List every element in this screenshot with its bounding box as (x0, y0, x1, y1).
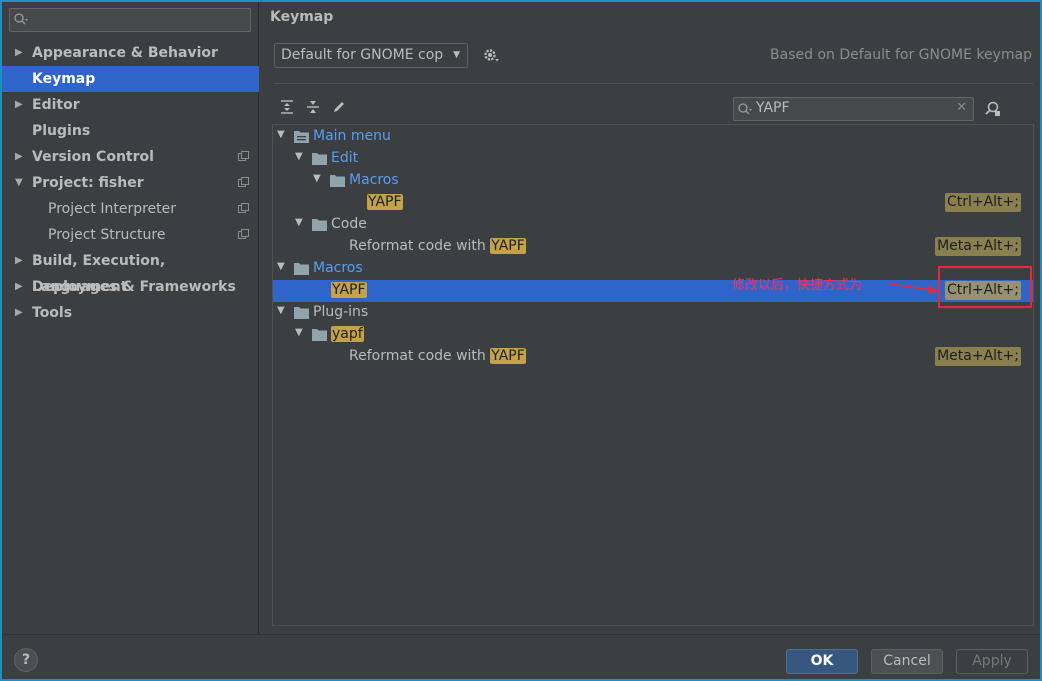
chevron-down-icon[interactable]: ▼ (295, 151, 303, 162)
tree-node-edit[interactable]: ▼ Edit (273, 148, 1033, 170)
settings-nav: ▶ Appearance & Behavior Keymap ▶ Editor … (2, 40, 259, 326)
tree-label: Reformat code with (349, 238, 491, 254)
tree-node-edit-macros[interactable]: ▼ Macros (273, 170, 1033, 192)
tree-action-reformat-code[interactable]: Reformat code with YAPF Meta+Alt+; (273, 236, 1033, 258)
chevron-down-icon[interactable]: ▼ (295, 327, 303, 338)
chevron-right-icon: ▶ (15, 99, 23, 110)
sidebar-item-tools[interactable]: ▶ Tools (2, 300, 259, 326)
folder-icon (294, 263, 309, 275)
chevron-down-icon[interactable]: ▼ (295, 217, 303, 228)
chevron-down-icon[interactable]: ▼ (277, 261, 285, 272)
tree-action-yapf[interactable]: YAPF Ctrl+Alt+; (273, 192, 1033, 214)
search-highlight: YAPF (490, 348, 526, 364)
annotation-arrow-icon (889, 283, 938, 294)
help-button[interactable]: ? (14, 648, 38, 672)
keymap-panel: Keymap Default for GNOME cop ▼ Based on … (260, 2, 1040, 634)
keymap-scheme-value: Default for GNOME cop (281, 47, 444, 63)
chevron-right-icon: ▶ (15, 255, 23, 266)
search-icon (14, 13, 28, 25)
tree-label: Code (331, 216, 367, 232)
keymap-scheme-select[interactable]: Default for GNOME cop ▼ (274, 43, 468, 68)
folder-icon (330, 175, 345, 187)
keymap-tree[interactable]: ▼ Main menu ▼ Edit ▼ Macros YAPF Ctrl+Al… (272, 124, 1034, 626)
dialog-button-bar: ? OK Cancel Apply (2, 634, 1040, 679)
folder-icon (312, 219, 327, 231)
tree-label: Macros (313, 260, 363, 276)
ok-button[interactable]: OK (786, 649, 858, 674)
based-on-label: Based on Default for GNOME keymap (770, 47, 1032, 63)
search-highlight: YAPF (331, 282, 367, 298)
chevron-right-icon: ▶ (15, 151, 23, 162)
chevron-right-icon: ▶ (15, 307, 23, 318)
clear-icon[interactable]: ✕ (956, 100, 967, 115)
divider (274, 83, 1033, 84)
tree-label: Edit (331, 150, 359, 166)
chevron-down-icon[interactable]: ▼ (277, 129, 285, 140)
folder-icon (312, 329, 327, 341)
tree-label: Main menu (313, 128, 391, 144)
tree-node-plugins[interactable]: ▼ Plug-ins (273, 302, 1033, 324)
sidebar-item-build-execution-deployment[interactable]: ▶ Build, Execution, Deployment (2, 248, 259, 295)
tree-label: Plug-ins (313, 304, 369, 320)
apply-button[interactable]: Apply (956, 649, 1028, 674)
tree-label: Reformat code with (349, 348, 491, 364)
tree-label: Macros (349, 172, 399, 188)
menu-folder-icon (294, 131, 309, 143)
tree-node-code[interactable]: ▼ Code (273, 214, 1033, 236)
sidebar-item-version-control[interactable]: ▶ Version Control (2, 144, 259, 170)
chevron-right-icon: ▶ (15, 47, 23, 58)
project-scope-icon (238, 203, 249, 213)
annotation-note: 修改以后，快捷方式为 (732, 278, 863, 293)
project-scope-icon (238, 177, 249, 187)
expand-all-icon[interactable] (279, 99, 295, 115)
chevron-right-icon: ▶ (15, 281, 23, 292)
tree-action-reformat-code-plugin[interactable]: Reformat code with YAPF Meta+Alt+; (273, 346, 1033, 368)
project-scope-icon (238, 151, 249, 161)
project-scope-icon (238, 229, 249, 239)
shortcut-badge: Ctrl+Alt+; (944, 193, 1021, 212)
keymap-settings-dialog: ▶ Appearance & Behavior Keymap ▶ Editor … (2, 2, 1040, 679)
chevron-down-icon: ▼ (15, 177, 23, 188)
chevron-down-icon[interactable]: ▼ (277, 305, 285, 316)
shortcut-badge: Meta+Alt+; (935, 347, 1021, 366)
search-highlight: yapf (331, 326, 364, 342)
sidebar-item-project-interpreter[interactable]: Project Interpreter (2, 196, 259, 222)
tree-node-main-menu[interactable]: ▼ Main menu (273, 126, 1033, 148)
find-by-shortcut-icon[interactable] (984, 100, 1001, 117)
sidebar-item-editor[interactable]: ▶ Editor (2, 92, 259, 118)
sidebar-search-input[interactable] (9, 8, 251, 32)
tree-node-macros[interactable]: ▼ Macros (273, 258, 1033, 280)
page-title: Keymap (270, 9, 334, 25)
folder-icon (312, 153, 327, 165)
chevron-down-icon: ▼ (453, 50, 460, 60)
edit-pencil-icon[interactable] (331, 99, 347, 115)
cancel-button[interactable]: Cancel (871, 649, 943, 674)
search-icon (738, 103, 752, 115)
annotation-highlight-box (938, 266, 1032, 308)
tree-node-yapf-plugin[interactable]: ▼ yapf (273, 324, 1033, 346)
folder-icon (294, 307, 309, 319)
keymap-search-input[interactable]: YAPF ✕ (733, 97, 974, 121)
sidebar-item-languages-frameworks[interactable]: ▶ Languages & Frameworks (2, 274, 259, 300)
settings-sidebar: ▶ Appearance & Behavior Keymap ▶ Editor … (2, 2, 259, 634)
gear-icon[interactable] (483, 47, 499, 63)
shortcut-badge: Meta+Alt+; (935, 237, 1021, 256)
sidebar-item-project-fisher[interactable]: ▼ Project: fisher (2, 170, 259, 196)
search-highlight: YAPF (367, 194, 403, 210)
collapse-all-icon[interactable] (305, 99, 321, 115)
sidebar-item-plugins[interactable]: Plugins (2, 118, 259, 144)
sidebar-item-project-structure[interactable]: Project Structure (2, 222, 259, 248)
sidebar-item-appearance-behavior[interactable]: ▶ Appearance & Behavior (2, 40, 259, 66)
sidebar-item-keymap[interactable]: Keymap (2, 66, 259, 92)
chevron-down-icon[interactable]: ▼ (313, 173, 321, 184)
search-highlight: YAPF (490, 238, 526, 254)
search-value: YAPF (756, 100, 790, 116)
